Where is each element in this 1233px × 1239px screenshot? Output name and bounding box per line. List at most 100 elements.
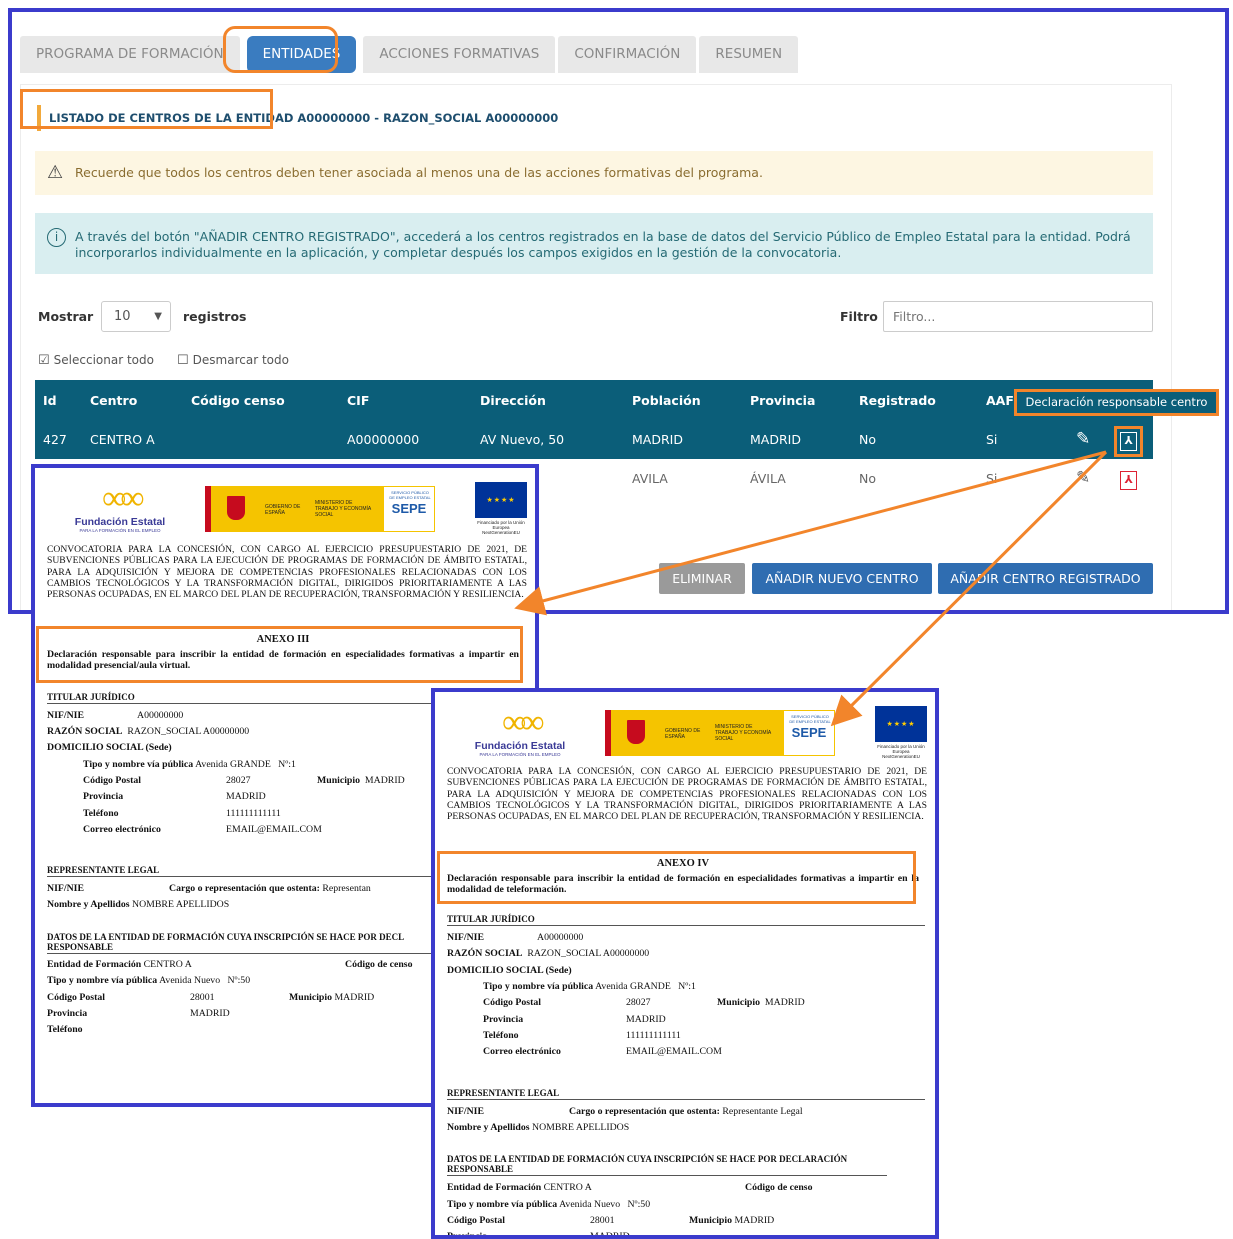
field-cp2: Código Postal	[47, 992, 105, 1003]
page-size-value: 10	[114, 309, 131, 324]
section-datos: DATOS DE LA ENTIDAD DE FORMACIÓN CUYA IN…	[447, 1154, 887, 1176]
tooltip-declaracion: Declaración responsable centro	[1014, 389, 1219, 416]
highlight-anexo-iii	[36, 626, 523, 683]
table-row[interactable]: 427 CENTRO A A00000000 AV Nuevo, 50 MADR…	[35, 420, 1153, 459]
field-via2: Tipo y nombre vía pública Avenida Nuevo …	[447, 1199, 651, 1210]
cell-provincia: MADRID	[742, 420, 851, 459]
field-cp2-value: 28001	[590, 1215, 615, 1226]
field-cp-value: 28027	[226, 775, 251, 786]
warning-icon: ⚠	[47, 162, 64, 183]
field-entidad: Entidad de Formación CENTRO A	[47, 959, 192, 970]
field-cp2-value: 28001	[190, 992, 215, 1003]
field-nombre: Nombre y Apellidos NOMBRE APELLIDOS	[47, 899, 230, 910]
section-representante: REPRESENTANTE LEGAL	[447, 1088, 925, 1100]
field-via: Tipo y nombre vía pública Avenida GRANDE…	[83, 759, 296, 770]
field-municipio2: Municipio MADRID	[289, 992, 375, 1003]
edit-icon[interactable]: ✎	[1076, 429, 1090, 449]
add-registered-center-button[interactable]: AÑADIR CENTRO REGISTRADO	[938, 563, 1153, 594]
col-cif[interactable]: CIF	[339, 380, 472, 420]
cell-centro: CENTRO A	[82, 420, 183, 459]
field-telefono-value: 111111111111	[626, 1030, 681, 1041]
warning-alert: ⚠ Recuerde que todos los centros deben t…	[35, 151, 1153, 195]
field-entidad: Entidad de Formación CENTRO A	[447, 1182, 592, 1193]
logos-header: ∞∞ Fundación Estatal PARA LA FORMACIÓN E…	[49, 482, 529, 542]
sepe-logo: SERVICIO PÚBLICO DE EMPLEO ESTATAL SEPE	[783, 710, 835, 756]
convocatoria-text: CONVOCATORIA PARA LA CONCESIÓN, CON CARG…	[447, 766, 927, 823]
field-telefono: Teléfono	[83, 808, 119, 819]
info-alert: i A través del botón "AÑADIR CENTRO REGI…	[35, 213, 1153, 274]
col-registrado[interactable]: Registrado	[851, 380, 978, 420]
cell-provincia: ÁVILA	[750, 471, 786, 486]
field-domicilio: DOMICILIO SOCIAL (Sede)	[447, 965, 572, 976]
col-poblacion[interactable]: Población	[624, 380, 742, 420]
sepe-small-text: SERVICIO PÚBLICO DE EMPLEO ESTATAL	[789, 714, 831, 724]
field-provincia-value: MADRID	[226, 791, 266, 802]
filter-label: Filtro	[840, 309, 878, 324]
fundacion-swirl-icon: ∞∞	[501, 704, 544, 741]
select-all-checkbox[interactable]: ☑ Seleccionar todo	[38, 353, 154, 368]
add-new-center-button[interactable]: AÑADIR NUEVO CENTRO	[752, 563, 932, 594]
pdf-icon[interactable]: ⅄	[1120, 470, 1138, 490]
field-correo-value: EMAIL@EMAIL.COM	[626, 1046, 722, 1057]
sepe-text: SEPE	[391, 501, 427, 516]
cell-poblacion: MADRID	[624, 420, 742, 459]
field-correo-value: EMAIL@EMAIL.COM	[226, 824, 322, 835]
field-nif: NIF/NIE A00000000	[447, 932, 584, 943]
field-cp-value: 28027	[626, 997, 651, 1008]
fundacion-sub: PARA LA FORMACIÓN EN EL EMPLEO	[479, 752, 561, 757]
col-direccion[interactable]: Dirección	[472, 380, 624, 420]
col-id[interactable]: Id	[35, 380, 82, 420]
tab-acciones[interactable]: ACCIONES FORMATIVAS	[363, 36, 556, 73]
table-header-row: Id Centro Código censo CIF Dirección Pob…	[35, 380, 1153, 420]
field-via2: Tipo y nombre vía pública Avenida Nuevo …	[47, 975, 251, 986]
field-correo: Correo electrónico	[83, 824, 161, 835]
field-provincia2-value: MADRID	[590, 1231, 630, 1239]
col-codigo-censo[interactable]: Código censo	[183, 380, 339, 420]
cell-aaff: Si	[986, 471, 998, 486]
deselect-all-label: Desmarcar todo	[192, 353, 289, 367]
field-telefono: Teléfono	[483, 1030, 519, 1041]
tab-programa[interactable]: PROGRAMA DE FORMACIÓN	[20, 36, 240, 73]
warning-text: Recuerde que todos los centros deben ten…	[75, 165, 763, 180]
checkbox-empty-icon: ☐	[177, 353, 189, 368]
field-rep-nif: NIF/NIE	[47, 883, 85, 894]
spain-shield-icon	[225, 494, 247, 522]
delete-button[interactable]: ELIMINAR	[659, 563, 745, 594]
field-municipio: Municipio MADRID	[317, 775, 405, 786]
sepe-logo: SERVICIO PÚBLICO DE EMPLEO ESTATAL SEPE	[383, 486, 435, 532]
field-provincia2: Provincia	[47, 1008, 88, 1019]
field-cp: Código Postal	[83, 775, 141, 786]
logos-header: ∞∞ Fundación Estatal PARA LA FORMACIÓN E…	[449, 706, 929, 766]
field-censo: Código de censo	[745, 1182, 813, 1193]
info-text: A través del botón "AÑADIR CENTRO REGIST…	[75, 229, 1131, 260]
select-all-label: Seleccionar todo	[53, 353, 154, 367]
field-cp2: Código Postal	[447, 1215, 505, 1226]
eu-sub-text: Financiado por la Unión Europea NextGene…	[477, 520, 525, 535]
col-centro[interactable]: Centro	[82, 380, 183, 420]
edit-icon[interactable]: ✎	[1076, 468, 1090, 488]
fundacion-logo: ∞∞ Fundación Estatal PARA LA FORMACIÓN E…	[465, 704, 575, 758]
filter-input[interactable]	[883, 301, 1153, 332]
spain-shield-icon	[625, 718, 647, 746]
tab-confirmacion[interactable]: CONFIRMACIÓN	[558, 36, 697, 73]
eu-sub-text: Financiado por la Unión Europea NextGene…	[877, 744, 925, 759]
cell-actions: ✎ ⅄	[1054, 420, 1153, 459]
gobierno-text: GOBIERNO DE ESPAÑA	[265, 504, 301, 516]
field-provincia2: Provincia	[447, 1231, 488, 1239]
deselect-all-checkbox[interactable]: ☐ Desmarcar todo	[177, 353, 289, 368]
highlight-section-title	[20, 89, 273, 129]
tab-resumen[interactable]: RESUMEN	[699, 36, 799, 73]
field-via: Tipo y nombre vía pública Avenida GRANDE…	[483, 981, 696, 992]
field-provincia: Provincia	[83, 791, 124, 802]
chevron-down-icon: ▼	[154, 311, 162, 322]
info-icon: i	[47, 228, 66, 247]
field-nif: NIF/NIE A00000000	[47, 710, 184, 721]
field-razon: RAZÓN SOCIAL RAZON_SOCIAL A00000000	[447, 948, 650, 959]
cell-registrado: No	[859, 471, 876, 486]
field-cp: Código Postal	[483, 997, 541, 1008]
page-size-select[interactable]: 10 ▼	[101, 301, 171, 332]
col-provincia[interactable]: Provincia	[742, 380, 851, 420]
eu-flag-icon: ★★★★	[875, 706, 927, 742]
pdf-icon[interactable]: ⅄	[1114, 425, 1144, 457]
fundacion-swirl-icon: ∞∞	[101, 480, 144, 517]
